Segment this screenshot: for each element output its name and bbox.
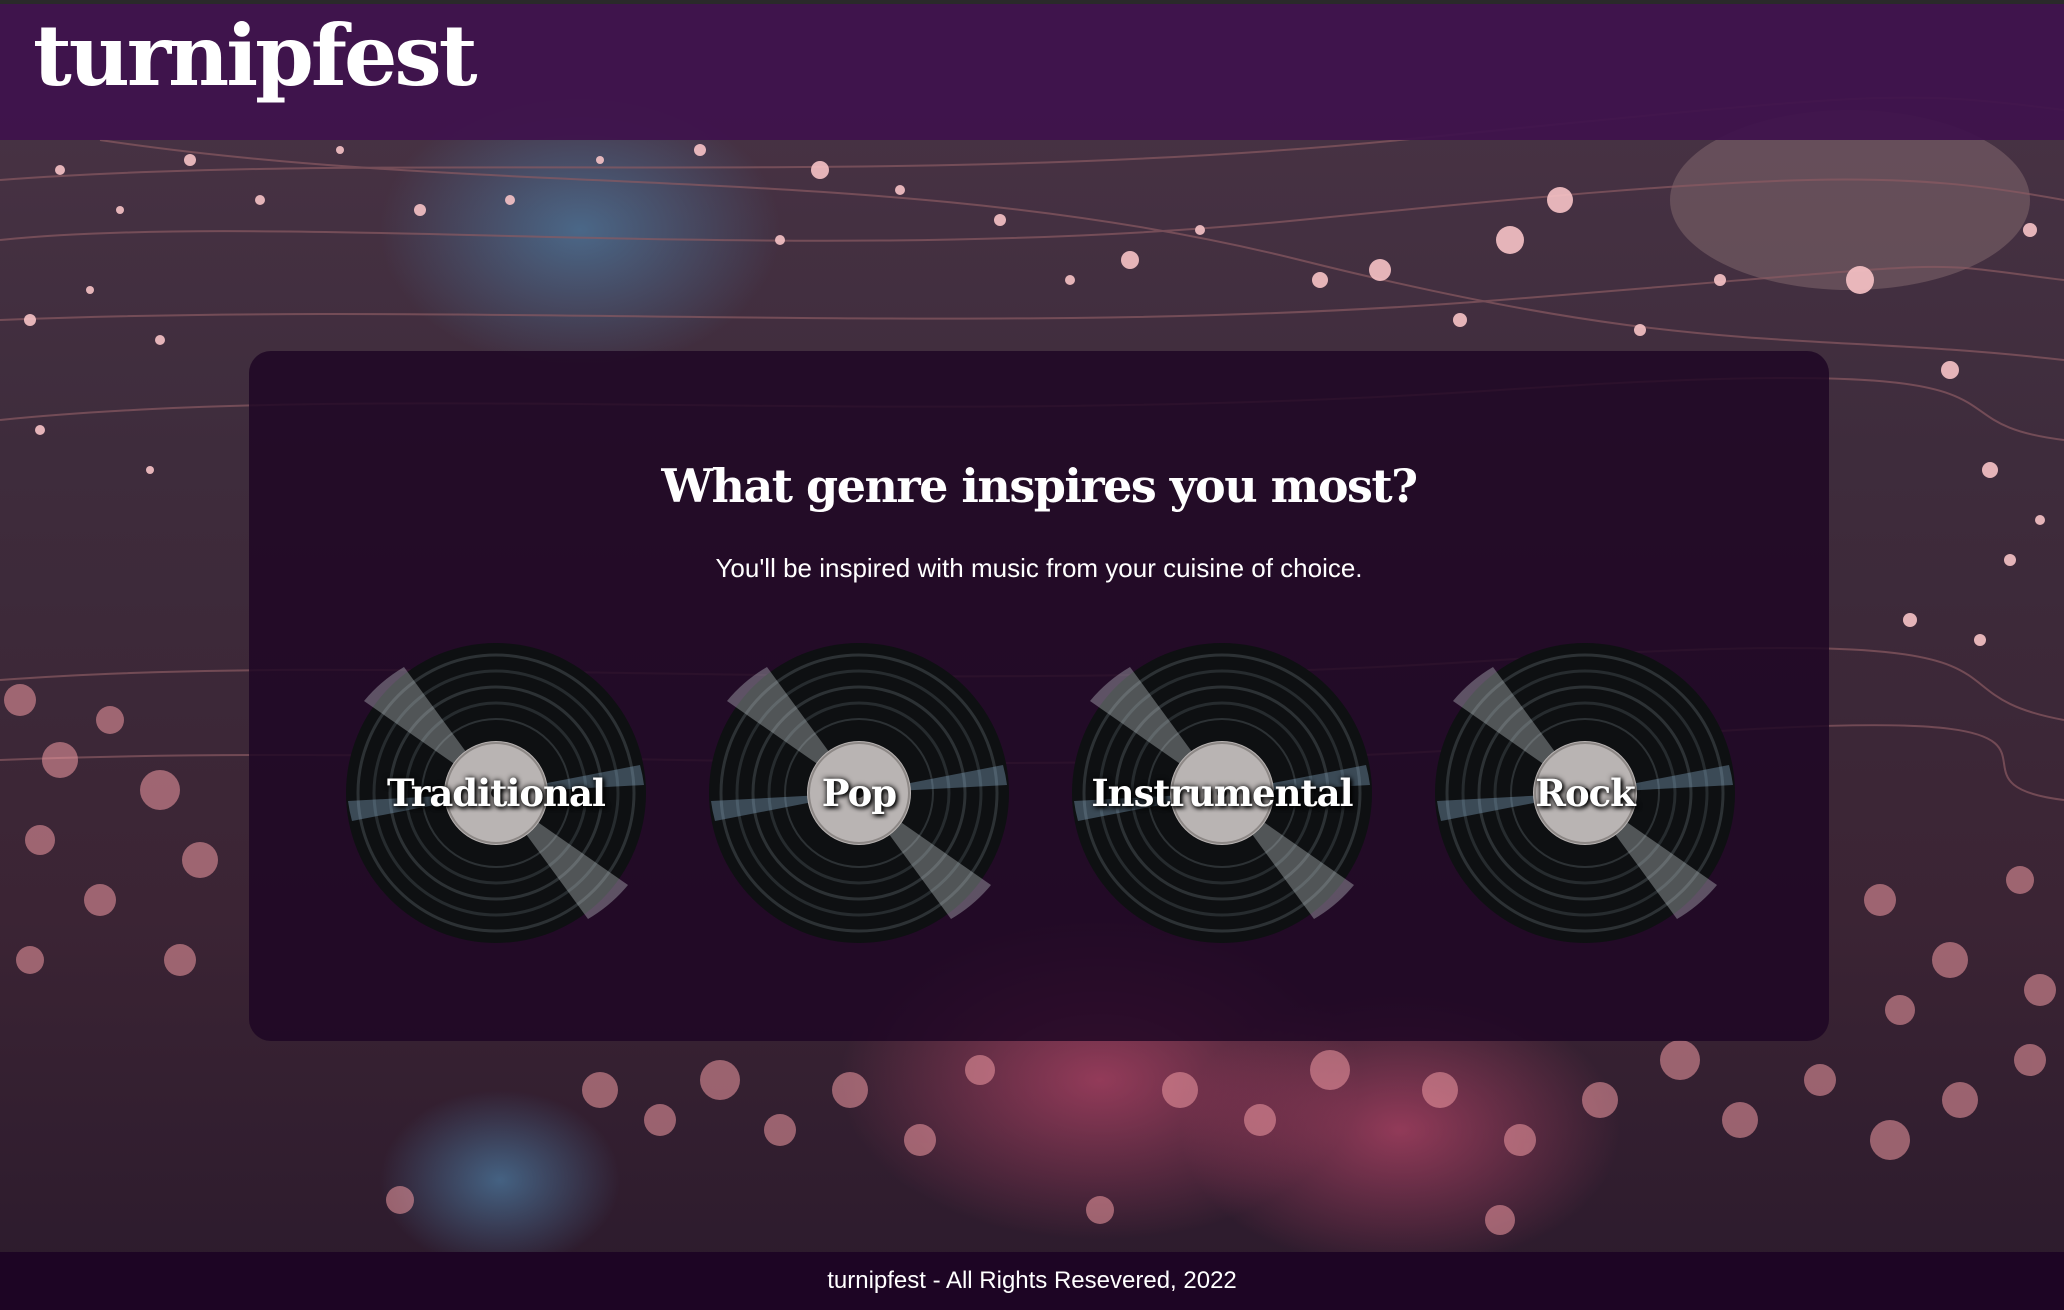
genre-label: Instrumental <box>1091 771 1353 815</box>
genre-option-pop[interactable]: Pop <box>707 641 1011 945</box>
site-logo[interactable]: turnipfest <box>33 4 478 108</box>
site-header: turnipfest <box>0 0 2064 140</box>
genre-label: Pop <box>821 771 897 815</box>
genre-option-instrumental[interactable]: Instrumental <box>1070 641 1374 945</box>
quiz-subtitle: You'll be inspired with music from your … <box>715 553 1363 583</box>
genre-label: Rock <box>1535 771 1636 815</box>
site-footer: turnipfest - All Rights Resevered, 2022 <box>0 1252 2064 1310</box>
genre-quiz-card: What genre inspires you most? You'll be … <box>249 351 1829 1041</box>
genre-option-traditional[interactable]: Traditional <box>344 641 648 945</box>
genre-option-rock[interactable]: Rock <box>1433 641 1737 945</box>
copyright-text: turnipfest - All Rights Resevered, 2022 <box>827 1267 1237 1294</box>
quiz-question: What genre inspires you most? <box>661 459 1418 513</box>
genre-label: Traditional <box>387 771 606 815</box>
